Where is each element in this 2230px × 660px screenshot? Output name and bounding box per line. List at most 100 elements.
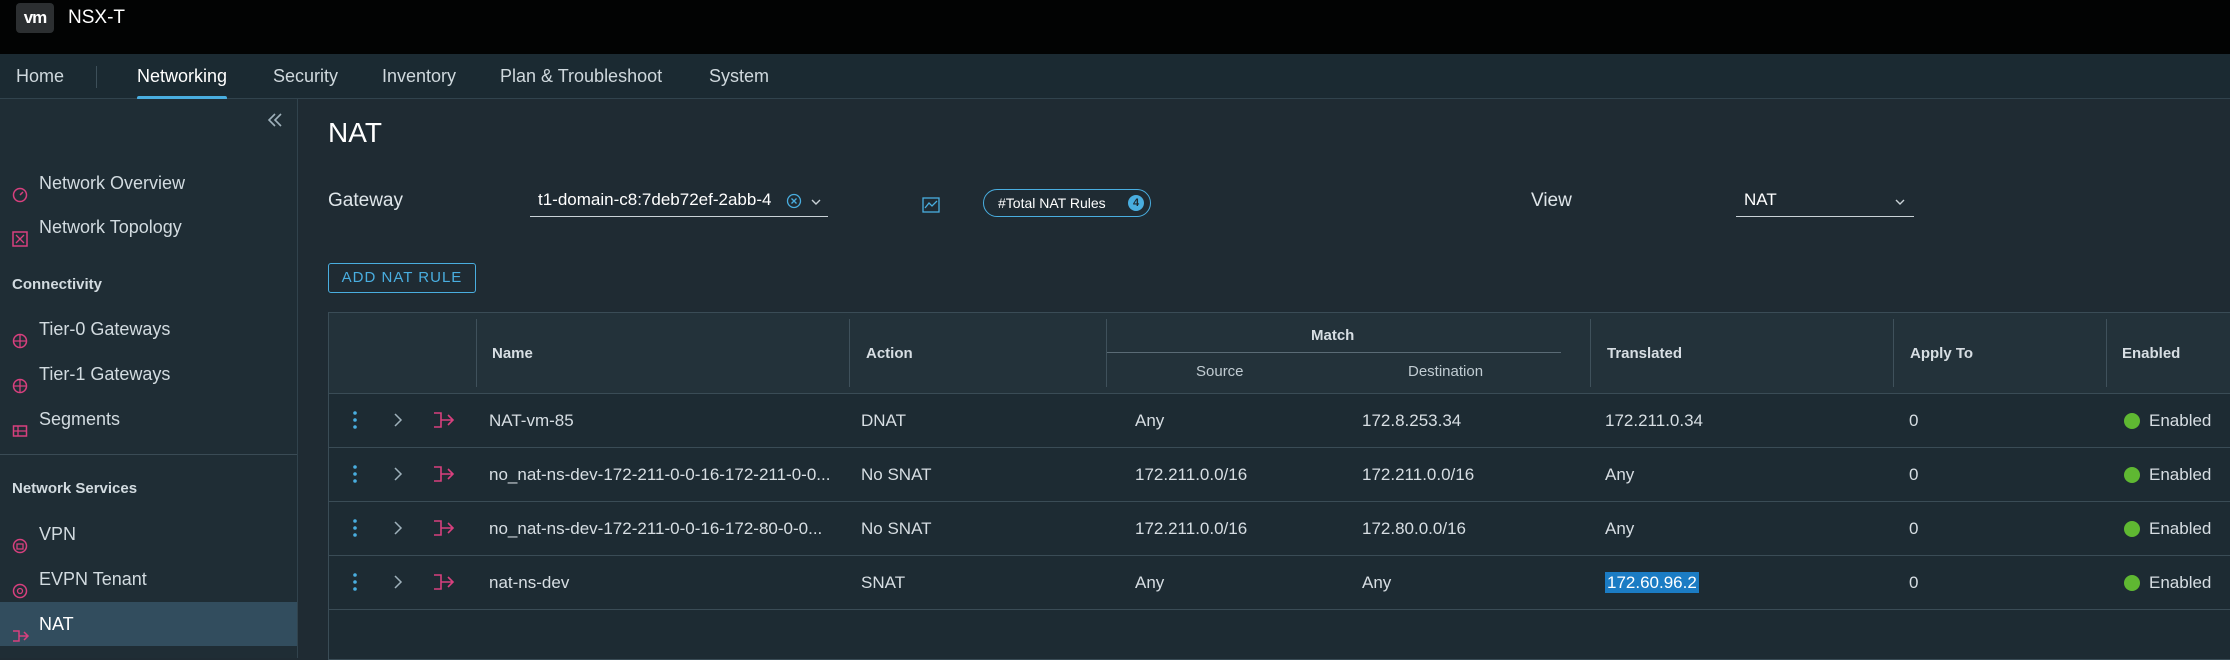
- gateway-icon: [12, 366, 28, 394]
- enabled-status-dot: [2124, 413, 2140, 429]
- rule-apply-to: 0: [1909, 465, 1919, 484]
- expand-chevron-icon[interactable]: [393, 574, 403, 590]
- column-divider: [1106, 319, 1107, 387]
- rule-source: Any: [1135, 573, 1165, 592]
- tab-system[interactable]: System: [709, 54, 769, 98]
- page-title: NAT: [328, 117, 382, 148]
- rule-name: nat-ns-dev: [489, 573, 570, 592]
- view-select-value: NAT: [1744, 190, 1777, 209]
- nat-rule-icon: [433, 518, 455, 538]
- rule-action: DNAT: [861, 411, 907, 430]
- sidebar-item-label: VPN: [39, 524, 77, 544]
- nat-rule-icon: [433, 464, 455, 484]
- sidebar-item-label: Segments: [39, 409, 121, 429]
- column-header-enabled[interactable]: Enabled: [2122, 345, 2180, 362]
- rule-translated: Any: [1605, 465, 1635, 484]
- rule-destination: 172.211.0.0/16: [1362, 465, 1475, 484]
- nat-rule-icon: [433, 572, 455, 592]
- kebab-menu-icon[interactable]: [353, 518, 357, 538]
- tab-networking[interactable]: Networking: [137, 54, 228, 100]
- expand-chevron-icon[interactable]: [393, 520, 403, 536]
- enabled-status-dot: [2124, 521, 2140, 537]
- sidebar-item-label: NAT: [39, 614, 74, 634]
- rule-enabled: Enabled: [2149, 465, 2212, 484]
- rule-enabled: Enabled: [2149, 573, 2212, 592]
- sidebar-item-vpn[interactable]: VPN: [0, 512, 297, 556]
- chart-icon[interactable]: [922, 197, 940, 218]
- nat-rule-icon: [433, 410, 455, 430]
- rule-translated-selected: 172.60.96.2: [1605, 556, 1699, 609]
- table-row[interactable]: NAT-vm-85 DNAT Any 172.8.253.34 172.211.…: [329, 394, 2230, 448]
- chip-label: #Total NAT Rules: [998, 195, 1106, 211]
- clear-icon[interactable]: [786, 193, 802, 214]
- section-heading-network-services: Network Services: [12, 480, 138, 497]
- column-header-translated[interactable]: Translated: [1607, 345, 1682, 362]
- column-header-source[interactable]: Source: [1196, 363, 1244, 380]
- view-label: View: [1531, 190, 1572, 211]
- nav-divider: [96, 66, 97, 88]
- add-nat-rule-button[interactable]: ADD NAT RULE: [328, 263, 476, 293]
- double-chevron-left-icon[interactable]: [264, 109, 286, 131]
- sidebar-item-tier0-gateways[interactable]: Tier-0 Gateways: [0, 307, 297, 351]
- gateway-icon: [12, 321, 28, 349]
- table-row[interactable]: no_nat-ns-dev-172-211-0-0-16-172-211-0-0…: [329, 448, 2230, 502]
- table-row[interactable]: nat-ns-dev SNAT Any Any 172.60.96.2 0 En…: [329, 556, 2230, 610]
- view-select[interactable]: NAT: [1736, 184, 1914, 217]
- tab-home[interactable]: Home: [16, 54, 64, 98]
- chevron-down-icon[interactable]: [810, 193, 822, 213]
- expand-chevron-icon[interactable]: [393, 466, 403, 482]
- tab-plan-troubleshoot[interactable]: Plan & Troubleshoot: [500, 54, 662, 98]
- table-header: Name Action Match Source Destination Tra…: [329, 313, 2230, 394]
- top-bar: vm NSX-T: [0, 0, 2230, 54]
- column-header-name[interactable]: Name: [492, 345, 533, 362]
- total-nat-rules-chip[interactable]: #Total NAT Rules 4: [983, 189, 1151, 217]
- section-heading-connectivity: Connectivity: [12, 276, 103, 293]
- main-nav: Home Networking Security Inventory Plan …: [0, 54, 2230, 100]
- sidebar-item-evpn-tenant[interactable]: EVPN Tenant: [0, 557, 297, 601]
- kebab-menu-icon[interactable]: [353, 464, 357, 484]
- column-divider: [1893, 319, 1894, 387]
- column-divider: [476, 319, 477, 387]
- rule-action: SNAT: [861, 573, 906, 592]
- gateway-select[interactable]: t1-domain-c8:7deb72ef-2abb-4: [530, 184, 828, 217]
- rule-destination: 172.8.253.34: [1362, 411, 1462, 430]
- rule-source: 172.211.0.0/16: [1135, 519, 1248, 538]
- rule-apply-to: 0: [1909, 573, 1919, 592]
- rule-action: No SNAT: [861, 465, 932, 484]
- column-divider: [1590, 319, 1591, 387]
- tab-security[interactable]: Security: [273, 54, 338, 98]
- kebab-menu-icon[interactable]: [353, 410, 357, 430]
- rule-source: 172.211.0.0/16: [1135, 465, 1248, 484]
- sidebar-item-segments[interactable]: Segments: [0, 397, 297, 441]
- column-header-apply-to[interactable]: Apply To: [1910, 345, 1973, 362]
- expand-chevron-icon[interactable]: [393, 412, 403, 428]
- rule-destination: 172.80.0.0/16: [1362, 519, 1466, 538]
- rule-enabled: Enabled: [2149, 411, 2212, 430]
- rule-action: No SNAT: [861, 519, 932, 538]
- chevron-down-icon[interactable]: [1894, 193, 1906, 213]
- gauge-icon: [12, 175, 28, 203]
- sidebar: Network Overview Network Topology Connec…: [0, 99, 298, 658]
- table-row[interactable]: no_nat-ns-dev-172-211-0-0-16-172-80-0-0.…: [329, 502, 2230, 556]
- sidebar-item-label: EVPN Tenant: [39, 569, 147, 589]
- sidebar-item-network-overview[interactable]: Network Overview: [0, 161, 297, 205]
- column-header-action[interactable]: Action: [866, 345, 913, 362]
- rule-translated: 172.211.0.34: [1605, 411, 1703, 430]
- rule-source: Any: [1135, 411, 1165, 430]
- column-divider: [849, 319, 850, 387]
- tab-inventory[interactable]: Inventory: [382, 54, 456, 98]
- sidebar-item-tier1-gateways[interactable]: Tier-1 Gateways: [0, 352, 297, 396]
- enabled-status-dot: [2124, 467, 2140, 483]
- sidebar-item-nat[interactable]: NAT: [0, 602, 297, 646]
- vmware-logo[interactable]: vm: [16, 3, 54, 33]
- gateway-label: Gateway: [328, 190, 403, 211]
- sidebar-item-network-topology[interactable]: Network Topology: [0, 205, 297, 249]
- nat-icon: [12, 616, 30, 642]
- column-header-match: Match: [1311, 327, 1355, 344]
- rule-name: no_nat-ns-dev-172-211-0-0-16-172-80-0-0.…: [489, 519, 823, 538]
- enabled-status-dot: [2124, 575, 2140, 591]
- evpn-icon: [12, 571, 28, 599]
- rule-translated: Any: [1605, 519, 1635, 538]
- kebab-menu-icon[interactable]: [353, 572, 357, 592]
- column-header-destination[interactable]: Destination: [1408, 363, 1483, 380]
